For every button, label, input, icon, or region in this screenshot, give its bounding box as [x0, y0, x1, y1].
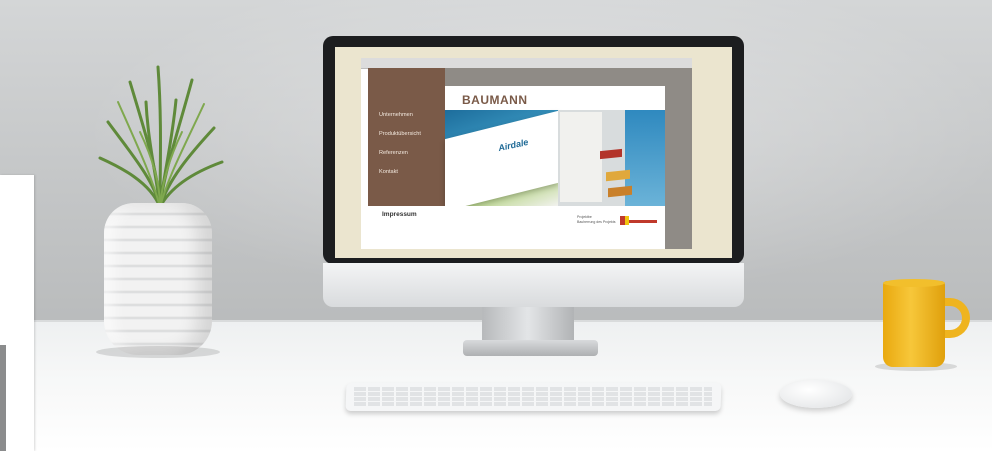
- footer-note-2: Bauherrung des Projekts: [577, 220, 616, 224]
- yellow-mug: [883, 281, 945, 367]
- keyboard-key-rows: [354, 387, 712, 407]
- monitor-chin: [323, 263, 744, 307]
- side-panel-shadow: [0, 345, 6, 451]
- plant-leaves-icon: [98, 65, 224, 209]
- pot-shadow: [96, 346, 220, 358]
- nav-item-unternehmen[interactable]: Unternehmen: [379, 112, 413, 118]
- page-side-bg: [665, 86, 692, 249]
- nav-item-kontakt[interactable]: Kontakt: [379, 169, 398, 175]
- monitor-stand-base: [463, 340, 598, 356]
- nav-item-produktuebersicht[interactable]: Produktübersicht: [379, 131, 421, 137]
- site-nav: [368, 68, 445, 206]
- monitor-stand-neck: [482, 307, 574, 342]
- plant-pot: [104, 203, 212, 355]
- nav-item-referenzen[interactable]: Referenzen: [379, 150, 408, 156]
- partner-logo-wordmark: [629, 220, 657, 223]
- mouse: [780, 380, 852, 408]
- banner-doc-panel: [560, 112, 602, 202]
- impressum-link[interactable]: Impressum: [382, 211, 417, 218]
- footer-note-1: Projektbe: [577, 215, 592, 219]
- mug-rim: [883, 279, 945, 287]
- site-brand-title[interactable]: BAUMANN: [462, 93, 528, 107]
